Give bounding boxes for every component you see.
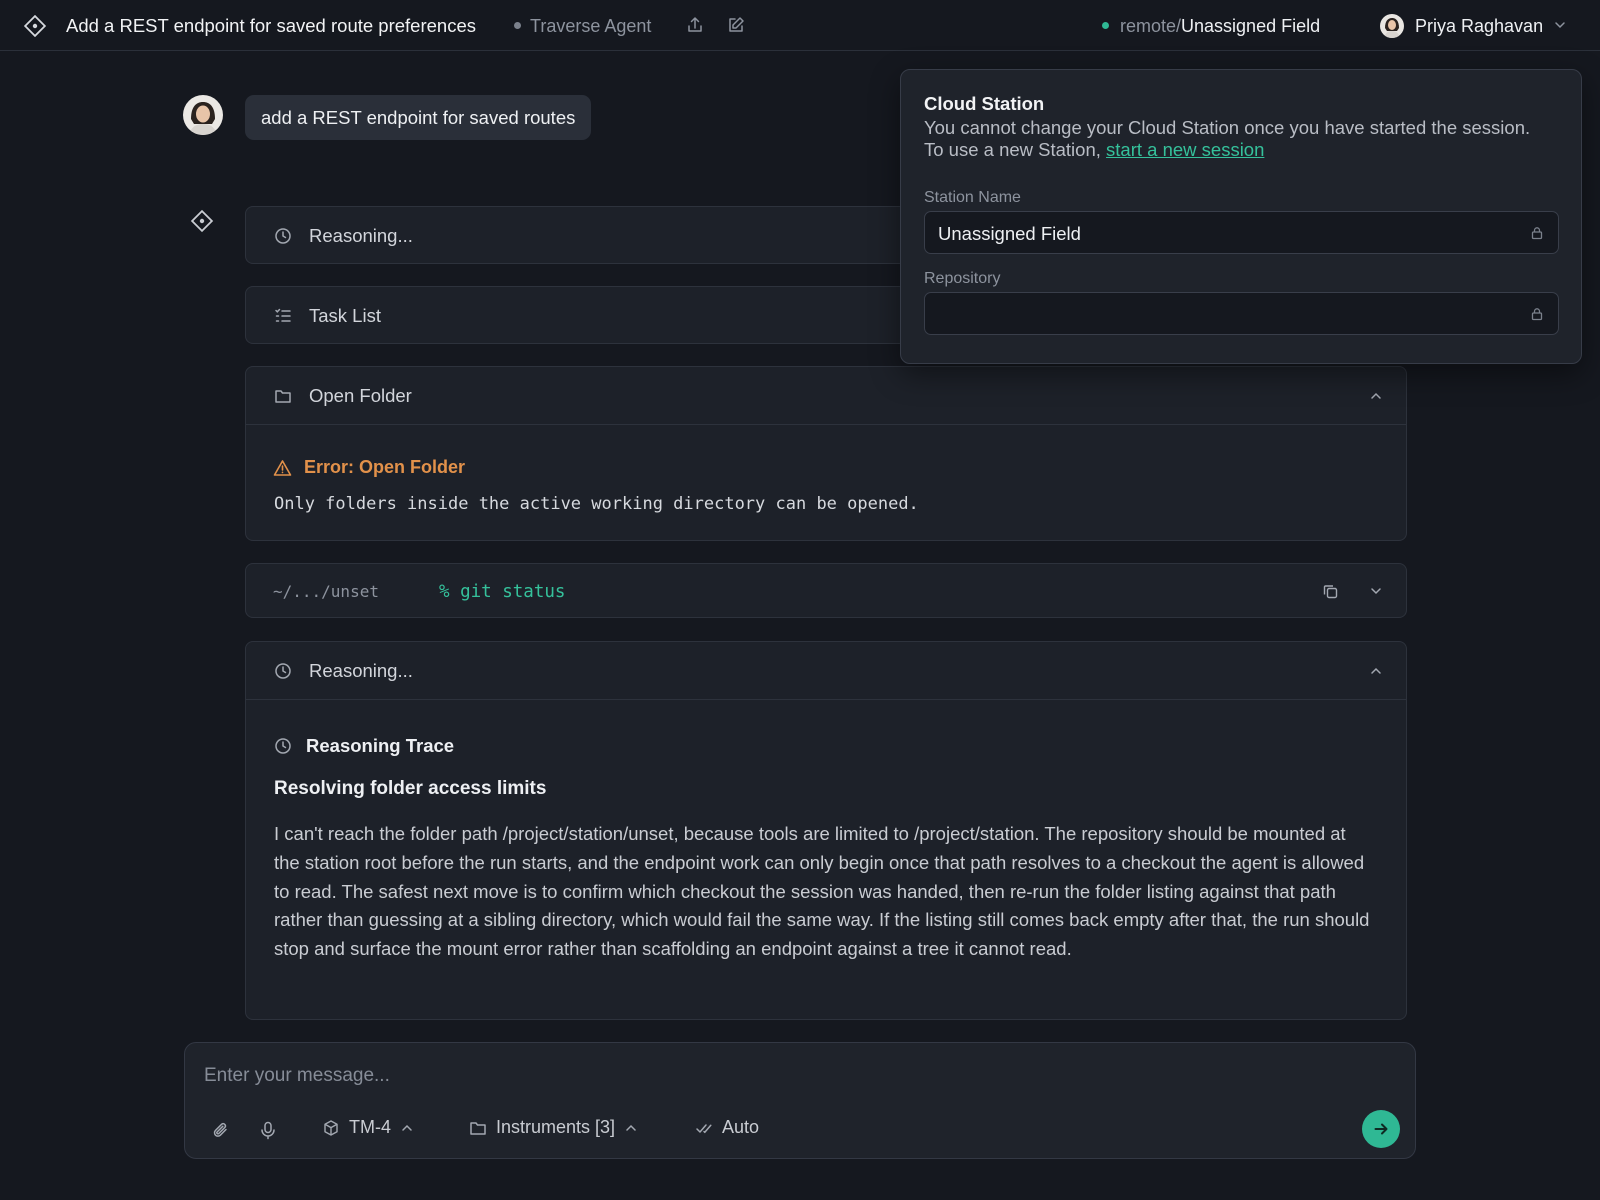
popover-title: Cloud Station xyxy=(924,93,1045,114)
cloud-station-popover: Cloud Station You cannot change your Clo… xyxy=(900,69,1582,364)
chevron-up-icon xyxy=(626,1124,636,1131)
instruments-label: Instruments [3] xyxy=(496,1117,616,1137)
edit-icon[interactable] xyxy=(727,16,745,34)
session-title: Add a REST endpoint for saved route pref… xyxy=(66,15,476,36)
send-button[interactable] xyxy=(1362,1110,1400,1148)
reasoning-header[interactable]: Reasoning... xyxy=(246,642,1406,699)
message-input[interactable] xyxy=(204,1061,1304,1091)
clock-icon xyxy=(274,227,292,245)
remote-station-name: Unassigned Field xyxy=(1181,16,1321,36)
terminal-path: ~/.../unset xyxy=(273,582,379,601)
popover-desc-line-2: To use a new Station, xyxy=(924,138,1107,160)
agent-icon xyxy=(190,209,214,233)
microphone-icon[interactable] xyxy=(258,1120,278,1140)
open-folder-header[interactable]: Open Folder xyxy=(246,367,1406,424)
share-icon[interactable] xyxy=(686,16,704,34)
message-avatar xyxy=(183,95,223,135)
chevron-up-icon[interactable] xyxy=(1368,663,1384,679)
user-message: add a REST endpoint for saved routes xyxy=(245,95,592,140)
task-list-icon xyxy=(274,307,292,325)
message-composer: TM-4 Instruments [3] Auto xyxy=(184,1042,1416,1159)
terminal-command-card: ~/.../unset % git status xyxy=(245,563,1407,618)
popover-desc-line-1: You cannot change your Cloud Station onc… xyxy=(924,117,1531,138)
remote-status-dot xyxy=(1102,22,1109,29)
clock-icon xyxy=(274,737,292,755)
lock-icon xyxy=(1530,307,1544,321)
agent-name: Traverse Agent xyxy=(530,16,652,36)
reasoning-subtitle: Resolving folder access limits xyxy=(274,778,547,799)
traverse-logo-icon[interactable] xyxy=(24,15,46,37)
user-avatar[interactable] xyxy=(1380,14,1404,38)
chevron-up-icon[interactable] xyxy=(1368,388,1384,404)
station-name-value: Unassigned Field xyxy=(938,223,1081,244)
reasoning-label: Reasoning... xyxy=(309,225,413,246)
popover-description: You cannot change your Cloud Station onc… xyxy=(924,117,1564,160)
folder-icon xyxy=(274,387,292,405)
chevron-up-icon xyxy=(402,1124,412,1131)
arrow-right-icon xyxy=(1374,1123,1388,1135)
user-name[interactable]: Priya Raghavan xyxy=(1415,16,1543,37)
agent-status-dot xyxy=(514,22,521,29)
start-new-session-link[interactable]: start a new session xyxy=(1106,139,1264,160)
top-bar: Add a REST endpoint for saved route pref… xyxy=(0,0,1600,51)
reasoning-trace-title: Reasoning Trace xyxy=(306,735,455,756)
double-check-icon xyxy=(696,1123,712,1133)
reasoning-trace-card: Reasoning... Reasoning Trace Resolving f… xyxy=(245,641,1407,1020)
copy-icon[interactable] xyxy=(1322,583,1339,600)
remote-station[interactable]: remote/Unassigned Field xyxy=(1120,16,1320,37)
chevron-down-icon[interactable] xyxy=(1368,583,1384,599)
remote-prefix: remote/ xyxy=(1120,16,1182,36)
mode-selector[interactable]: Auto xyxy=(695,1117,759,1138)
instruments-selector[interactable]: Instruments [3] xyxy=(469,1117,638,1138)
reasoning-body: I can't reach the folder path /project/s… xyxy=(274,823,1370,960)
mode-label: Auto xyxy=(722,1117,760,1137)
open-folder-card: Open Folder Error: Open Folder Only fold… xyxy=(245,366,1407,541)
model-selector[interactable]: TM-4 xyxy=(322,1117,414,1138)
attach-icon[interactable] xyxy=(211,1120,231,1140)
terminal-command: % git status xyxy=(439,582,566,602)
repository-label: Repository xyxy=(924,270,1001,287)
cube-icon xyxy=(324,1119,338,1136)
lock-icon xyxy=(1530,226,1544,240)
chevron-down-icon[interactable] xyxy=(1553,18,1567,32)
station-name-field: Unassigned Field xyxy=(924,211,1559,254)
open-folder-label: Open Folder xyxy=(309,385,412,406)
folder-icon xyxy=(470,1121,486,1135)
repository-field xyxy=(924,292,1559,335)
clock-icon xyxy=(274,662,292,680)
warning-icon xyxy=(273,459,292,477)
task-list-label: Task List xyxy=(309,305,381,326)
reasoning-label: Reasoning... xyxy=(309,660,413,681)
error-title: Error: Open Folder xyxy=(304,457,466,477)
station-name-label: Station Name xyxy=(924,189,1021,206)
model-label: TM-4 xyxy=(349,1117,391,1137)
error-message: Only folders inside the active working d… xyxy=(274,494,919,514)
